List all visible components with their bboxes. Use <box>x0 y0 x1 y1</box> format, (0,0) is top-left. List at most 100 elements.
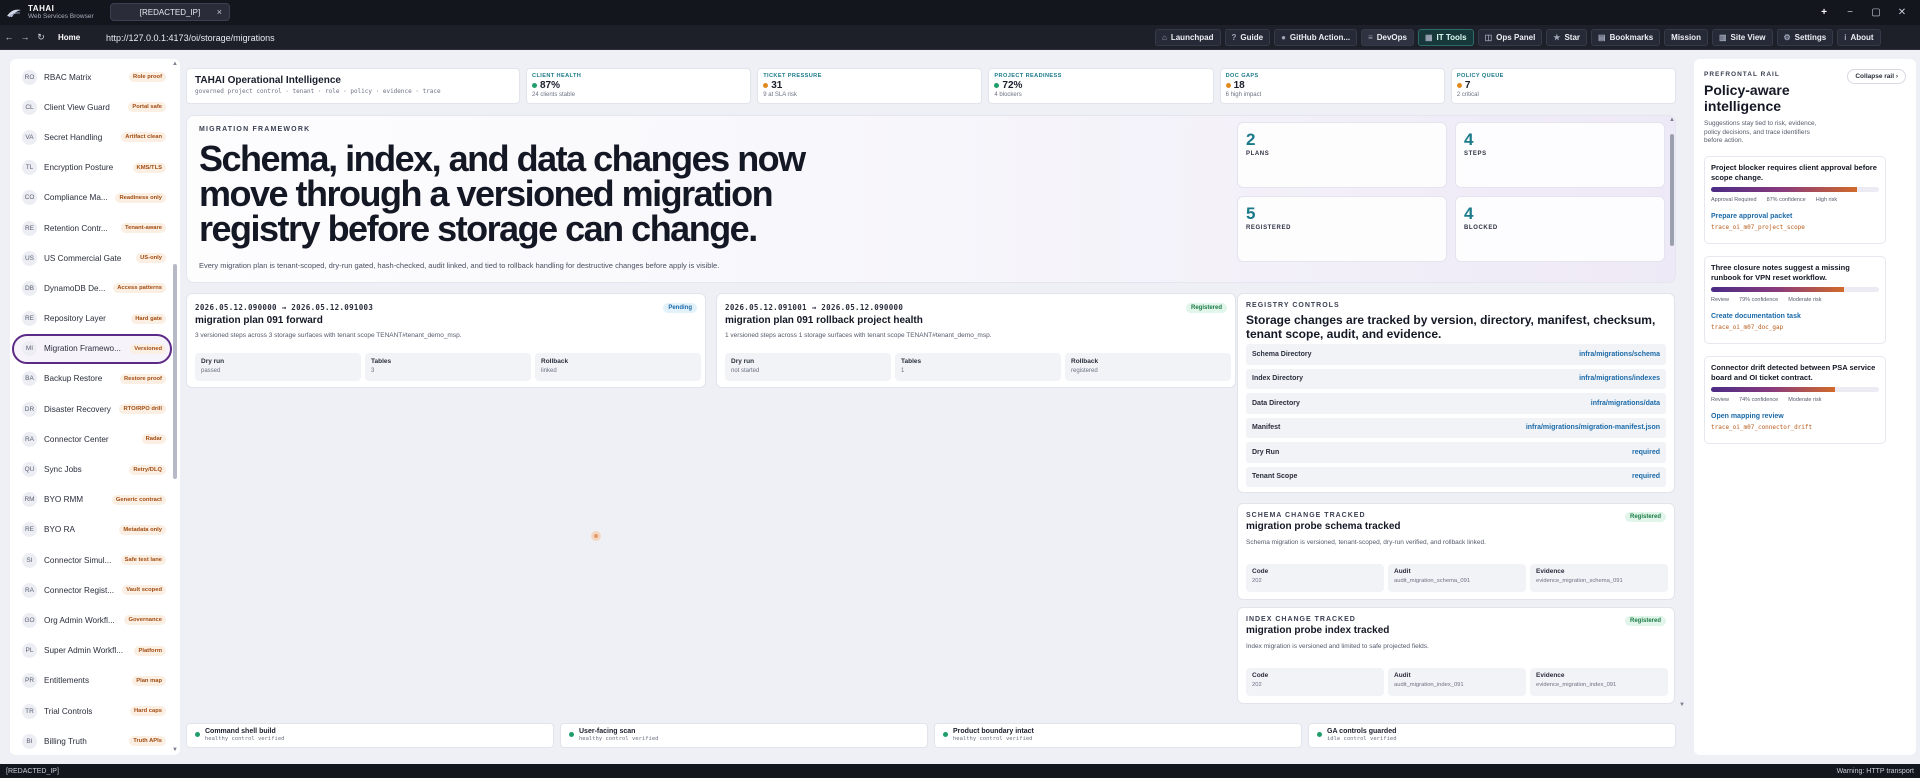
sidebar-item[interactable]: MI Migration Framewo... Versioned <box>12 333 172 364</box>
rail-description: Suggestions stay tied to risk, evidence,… <box>1704 120 1817 144</box>
plan-detail-cells: Dry run not started Tables 1 Rollback registe… <box>725 353 1231 381</box>
sidebar-scrollbar[interactable]: ▲ ▼ <box>172 59 178 755</box>
confidence-bar-fill <box>1711 187 1858 192</box>
status-dot-icon <box>994 83 1000 88</box>
sidebar-item-label: Secret Handling <box>44 132 103 142</box>
control-title: GA controls guarded <box>1327 728 1397 735</box>
toolbar-button-mission[interactable]: Mission <box>1664 29 1708 46</box>
metric-value: 4 <box>1464 204 1474 223</box>
scroll-thumb[interactable] <box>1670 134 1674 246</box>
toolbar-button-site-view[interactable]: ▥ Site View <box>1711 29 1773 46</box>
insight-action-link[interactable]: Create documentation task <box>1711 313 1879 320</box>
status-badge: Registered <box>1624 616 1666 626</box>
sidebar-item[interactable]: RA Connector Center Radar <box>14 424 170 454</box>
migration-plan-card[interactable]: 2026.05.12.091001 → 2026.05.12.090000 mig… <box>716 293 1236 388</box>
registry-value-link[interactable]: infra/migrations/migration-manifest.json <box>1526 424 1660 431</box>
panel-icon: ◫ <box>1484 33 1493 42</box>
status-dot-icon <box>532 83 537 88</box>
sidebar-item[interactable]: RM BYO RMM Generic contract <box>14 485 170 515</box>
hero-scrollbar[interactable]: ▲ <box>1669 116 1675 282</box>
reload-button[interactable]: ↻ <box>34 32 48 43</box>
sidebar-item[interactable]: CO Compliance Ma... Readiness only <box>14 183 170 213</box>
sidebar-item-label: Entitlements <box>44 676 90 686</box>
toolbar-button-guide[interactable]: ? Guide <box>1224 29 1271 46</box>
maximize-button[interactable]: ▢ <box>1864 3 1888 21</box>
toolbar-button-ops-panel[interactable]: ◫ Ops Panel <box>1477 29 1543 46</box>
sidebar-item[interactable]: BA Backup Restore Restore proof <box>14 364 170 394</box>
scroll-down-icon[interactable]: ▼ <box>1679 702 1685 708</box>
sidebar-item-avatar: RM <box>22 492 37 508</box>
change-detail-cells: Code 202 Audit audit_migration_index_091 Evi… <box>1246 668 1668 696</box>
insight-action-link[interactable]: Open mapping review <box>1711 413 1879 420</box>
scroll-thumb[interactable] <box>173 264 177 479</box>
insight-action-link[interactable]: Prepare approval packet <box>1711 213 1879 220</box>
scroll-down-icon[interactable]: ▼ <box>172 747 178 753</box>
sidebar-item[interactable]: RA Connector Regist... Vault scoped <box>14 575 170 605</box>
scroll-up-icon[interactable]: ▲ <box>172 61 178 67</box>
change-tracked-card: SCHEMA CHANGE TRACKED migration probe sch… <box>1237 503 1675 600</box>
change-detail-cell: Code 202 <box>1246 564 1384 592</box>
sidebar-item[interactable]: GO Org Admin Workfl... Governance <box>14 605 170 635</box>
control-subtitle: healthy control verified <box>953 736 1033 742</box>
registry-value-link[interactable]: required <box>1632 473 1660 480</box>
control-status-item: GA controls guarded idle control verified <box>1308 723 1676 748</box>
collapse-rail-button[interactable]: Collapse rail › <box>1847 69 1906 84</box>
scroll-up-icon[interactable]: ▲ <box>1669 117 1675 123</box>
toolbar-button-label: Site View <box>1730 33 1766 42</box>
stat-card-ticket-pressure: TICKET PRESSURE 31 9 at SLA risk <box>757 68 983 104</box>
registry-value-link[interactable]: required <box>1632 449 1660 456</box>
minimize-button[interactable]: − <box>1838 3 1862 21</box>
sidebar-item[interactable]: TL Encryption Posture KMS/TLS <box>14 153 170 183</box>
registry-value-link[interactable]: infra/migrations/data <box>1591 400 1660 407</box>
toolbar-button-devops[interactable]: ≡ DevOps <box>1361 29 1414 46</box>
toolbar-button-bookmarks[interactable]: ▤ Bookmarks <box>1591 29 1661 46</box>
tools-icon: ▦ <box>1424 33 1433 42</box>
tab-close-icon[interactable]: × <box>217 7 222 17</box>
sidebar-item[interactable]: RE BYO RA Metadata only <box>14 515 170 545</box>
sidebar-item[interactable]: RE Retention Contr... Tenant-aware <box>14 213 170 243</box>
toolbar-button-star[interactable]: ★ Star <box>1546 29 1588 46</box>
cell-label: Tables <box>901 358 922 365</box>
cell-value: registered <box>1071 368 1098 374</box>
sidebar-item[interactable]: RE Repository Layer Hard gate <box>14 304 170 334</box>
sidebar-item[interactable]: PR Entitlements Plan map <box>14 666 170 696</box>
cell-value: audit_migration_schema_091 <box>1394 578 1471 584</box>
sidebar-item[interactable]: VA Secret Handling Artifact clean <box>14 122 170 152</box>
toolbar-button-it-tools[interactable]: ▦ IT Tools <box>1417 29 1474 46</box>
sidebar-item[interactable]: QU Sync Jobs Retry/DLQ <box>14 454 170 484</box>
sidebar-item[interactable]: DB DynamoDB De... Access patterns <box>14 273 170 303</box>
sidebar-item-badge: Access patterns <box>113 283 166 294</box>
registry-key: Schema Directory <box>1252 350 1312 358</box>
close-window-button[interactable]: ✕ <box>1890 3 1914 21</box>
toolbar-button-about[interactable]: i About <box>1837 29 1881 46</box>
sidebar-item[interactable]: US US Commercial Gate US-only <box>14 243 170 273</box>
toolbar-button-settings[interactable]: ⚙ Settings <box>1776 29 1834 46</box>
browser-tab[interactable]: [REDACTED_IP] × <box>110 3 230 21</box>
forward-button[interactable]: → <box>18 32 32 42</box>
stat-label: PROJECT READINESS <box>994 73 1062 79</box>
cell-value: 202 <box>1252 682 1262 688</box>
cell-label: Evidence <box>1536 672 1565 679</box>
cell-label: Audit <box>1394 672 1411 679</box>
home-button[interactable]: Home <box>58 33 80 42</box>
migration-plan-card[interactable]: 2026.05.12.090000 → 2026.05.12.091003 mig… <box>186 293 706 388</box>
sidebar-item[interactable]: CL Client View Guard Portal safe <box>14 92 170 122</box>
toolbar-button-github-action[interactable]: ● GitHub Action... <box>1274 29 1358 46</box>
hero-headline: Schema, index, and data changes now move… <box>199 138 806 249</box>
registry-value-link[interactable]: infra/migrations/indexes <box>1579 375 1660 382</box>
url-bar[interactable]: http://127.0.0.1:4173/oi/storage/migrati… <box>100 29 1150 46</box>
sidebar-item[interactable]: RO RBAC Matrix Role proof <box>14 62 170 92</box>
back-button[interactable]: ← <box>2 32 16 42</box>
registry-value-link[interactable]: infra/migrations/schema <box>1579 351 1660 358</box>
new-tab-button[interactable]: + <box>1812 3 1836 21</box>
plan-title: migration plan 091 rollback project heal… <box>725 315 923 326</box>
registry-row: Schema Directory infra/migrations/schema <box>1246 344 1666 365</box>
sidebar-item[interactable]: DR Disaster Recovery RTO/RPO drill <box>14 394 170 424</box>
sidebar-item[interactable]: BI Billing Truth Truth APIs <box>14 726 170 755</box>
registry-controls-card: REGISTRY CONTROLS Storage changes are tr… <box>1237 293 1675 493</box>
toolbar-button-launchpad[interactable]: ⌂ Launchpad <box>1155 29 1221 46</box>
sidebar-item[interactable]: PL Super Admin Workfl... Platform <box>14 636 170 666</box>
sidebar-item-avatar: US <box>22 250 37 266</box>
sidebar-item[interactable]: TR Trial Controls Hard caps <box>14 696 170 726</box>
sidebar-item[interactable]: SI Connector Simul... Safe test lane <box>14 545 170 575</box>
